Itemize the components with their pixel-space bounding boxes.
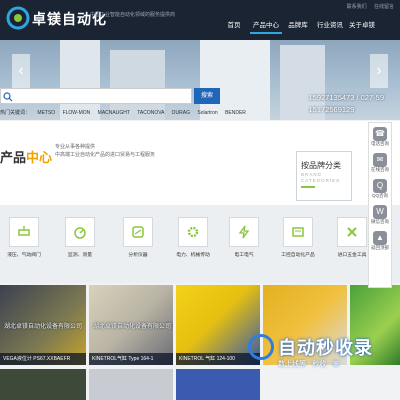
analyzer-icon — [123, 217, 153, 247]
top-links: 联系我们 在线留言 — [341, 3, 394, 10]
accent-bar — [301, 186, 315, 188]
valve-icon — [9, 217, 39, 247]
contact-link[interactable]: 联系我们 — [347, 4, 367, 10]
hot-keyword[interactable]: METSO — [37, 110, 55, 116]
overlay-watermark: 自动秒收录 数上线等 · 秒收 · 来 — [248, 332, 400, 374]
back-to-top[interactable]: ▲ 返回顶部 — [369, 227, 391, 253]
message-link[interactable]: 在线留言 — [374, 4, 394, 10]
brand-category-box[interactable]: 按品牌分类 BRAND CATEGORIES — [296, 151, 352, 201]
bolt-icon — [229, 217, 259, 247]
product-card-row2[interactable] — [0, 369, 86, 400]
hot-keyword[interactable]: Solartron — [197, 110, 217, 116]
hot-keyword[interactable]: FLOW-MON — [63, 110, 91, 116]
section-title: 产品中心 — [0, 150, 53, 165]
nav-news[interactable]: 行业资讯 — [314, 19, 346, 34]
floating-contact-bar: ☎ 电话咨询 ✉ 在线咨询 Q QQ咨询 W 微信咨询 ▲ 返回顶部 — [368, 122, 392, 288]
nav-home[interactable]: 首页 — [218, 19, 250, 34]
category-measure[interactable]: 监测、测量 — [62, 217, 98, 258]
watermark-title: 自动秒收录 — [278, 338, 373, 358]
gauge-icon — [65, 217, 95, 247]
search-bar: 搜索 — [0, 86, 400, 106]
search-icon — [3, 92, 13, 102]
hot-label: 热门关键词： — [0, 110, 31, 116]
product-card[interactable]: 湖北卓镁自动化设备有限公司 VEGA液位计 PS67.XXBAEFR — [0, 285, 86, 365]
main-nav: 首页 产品中心 品牌库 行业资讯 关于卓镁 — [218, 19, 378, 34]
hot-keyword[interactable]: MACNAUGHT — [98, 110, 130, 116]
plc-icon — [283, 217, 313, 247]
product-center-section: 产品中心 专业从事各种提供 中高端工业自动化产品的进口贸易与工程服务 按品牌分类… — [0, 121, 400, 205]
product-caption: VEGA液位计 PS67.XXBAEFR — [0, 353, 86, 365]
category-row: 液压、气动阀门 监测、测量 分析仪器 电力、机械传动 电工电气 工控自动化产品 … — [0, 205, 400, 283]
watermark-logo-icon — [248, 334, 274, 360]
category-tools[interactable]: 进口五金工具 — [334, 217, 370, 258]
gear-icon — [178, 217, 208, 247]
section-description: 专业从事各种提供 中高端工业自动化产品的进口贸易与工程服务 — [55, 144, 156, 158]
nav-products[interactable]: 产品中心 — [250, 19, 282, 34]
qq-icon: Q — [373, 179, 387, 193]
product-caption: KINETROL气缸 Type 164-1 — [89, 353, 173, 365]
product-card[interactable]: 湖北卓镁自动化设备有限公司 实物照片 KINETROL气缸 Type 164-1 — [89, 285, 173, 365]
brand-category-title: 按品牌分类 — [301, 161, 341, 170]
hot-keyword[interactable]: BENDER — [225, 110, 246, 116]
nav-about[interactable]: 关于卓镁 — [346, 19, 378, 34]
category-valves[interactable]: 液压、气动阀门 — [6, 217, 42, 258]
phone-icon: ☎ — [373, 127, 387, 141]
banner-next-arrow[interactable]: › — [370, 54, 388, 88]
category-power[interactable]: 电力、机械传动 — [175, 217, 211, 258]
category-electrical[interactable]: 电工电气 — [226, 217, 262, 258]
brand-logo-icon[interactable] — [6, 6, 30, 30]
online-consult[interactable]: ✉ 在线咨询 — [369, 149, 391, 175]
search-button[interactable]: 搜索 — [194, 88, 220, 104]
search-input[interactable] — [0, 88, 192, 104]
tools-icon — [337, 217, 367, 247]
phone-consult[interactable]: ☎ 电话咨询 — [369, 123, 391, 149]
wechat-consult[interactable]: W 微信咨询 — [369, 201, 391, 227]
nav-brands[interactable]: 品牌库 — [282, 19, 314, 34]
wechat-icon: W — [373, 205, 387, 219]
brand-category-subtitle: BRAND CATEGORIES — [301, 172, 341, 183]
hot-keywords: 热门关键词： METSO FLOW-MON MACNAUGHT TACONOVA… — [0, 109, 252, 116]
site-header: 卓镁自动化 中国工业智能自动化领域的服务提供商 联系我们 在线留言 首页 产品中… — [0, 0, 400, 40]
product-card-row2[interactable] — [89, 369, 173, 400]
hero-banner: ‹ › 15927135473 / 027-59 15172569129 — [0, 40, 400, 120]
arrow-up-icon: ▲ — [373, 231, 387, 245]
category-automation[interactable]: 工控自动化产品 — [280, 217, 316, 258]
category-analyzers[interactable]: 分析仪器 — [120, 217, 156, 258]
brand-tagline: 中国工业智能自动化领域的服务提供商 — [90, 12, 176, 18]
qq-consult[interactable]: Q QQ咨询 — [369, 175, 391, 201]
hot-keyword[interactable]: DURAG — [172, 110, 190, 116]
hot-keyword[interactable]: TACONOVA — [137, 110, 164, 116]
banner-prev-arrow[interactable]: ‹ — [12, 54, 30, 88]
chat-icon: ✉ — [373, 153, 387, 167]
watermark-subtitle: 数上线等 · 秒收 · 来 — [278, 361, 340, 368]
